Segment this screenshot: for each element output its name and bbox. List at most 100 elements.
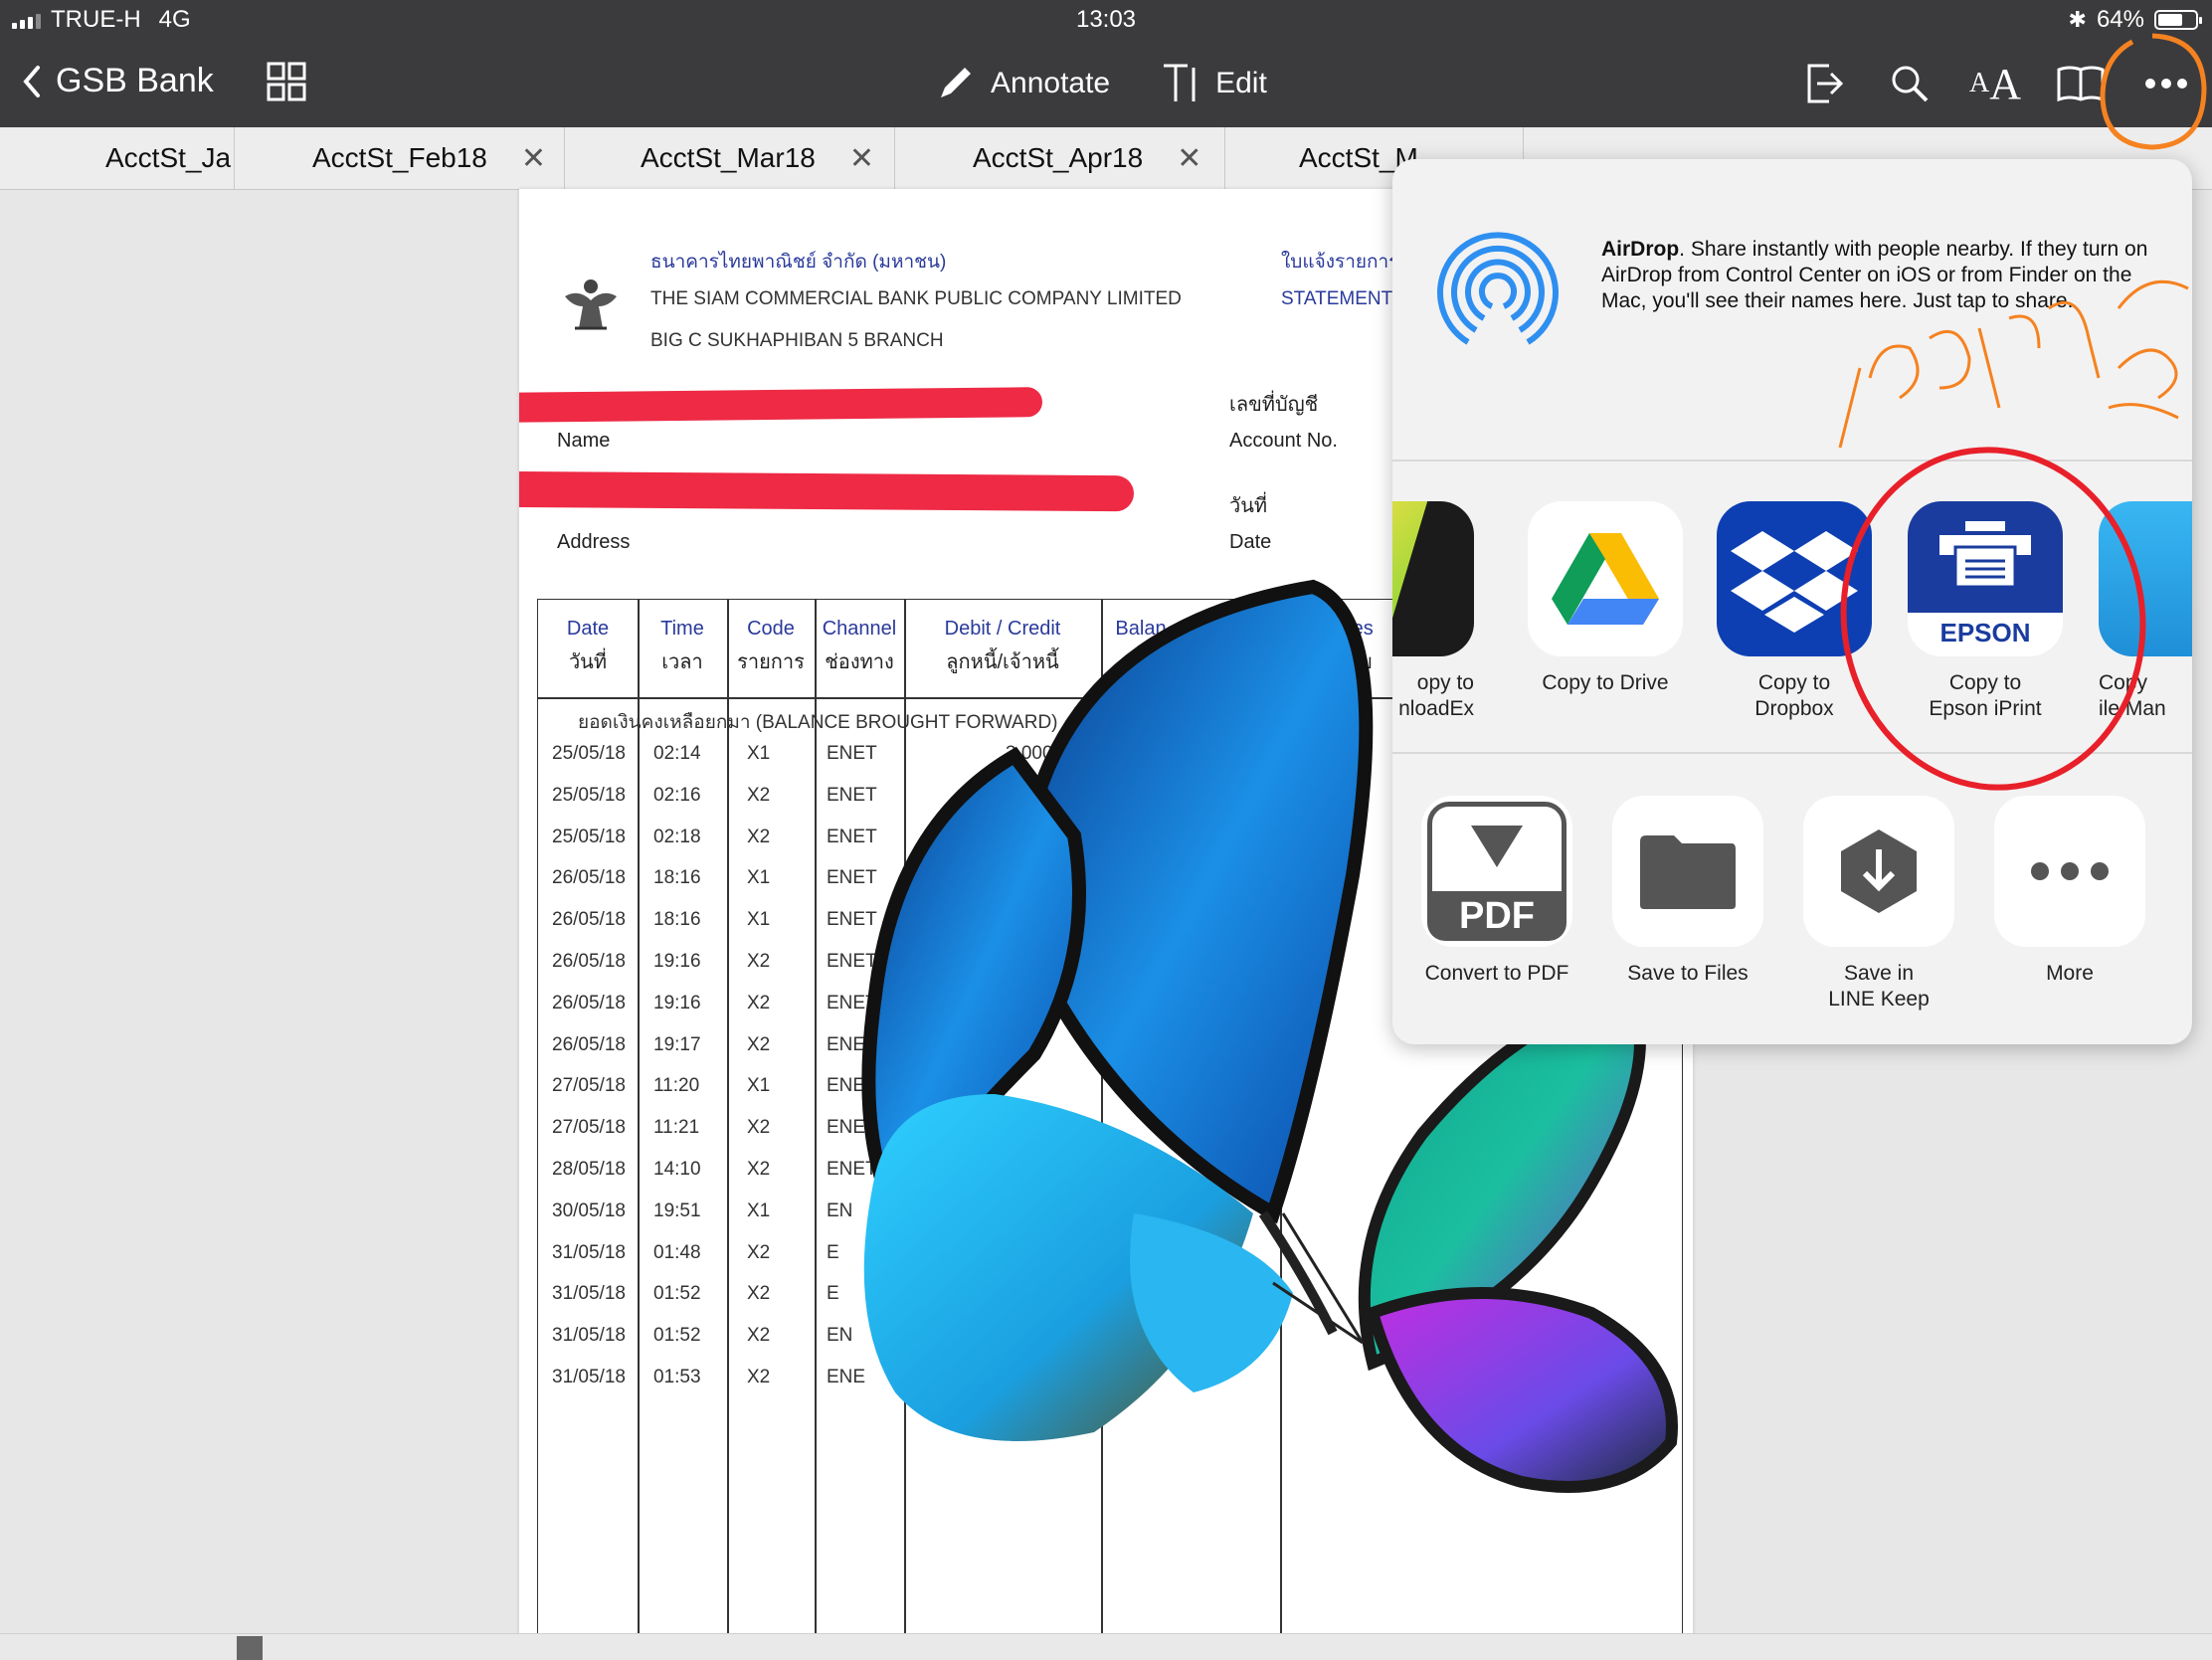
close-tab-icon[interactable]: ✕ bbox=[849, 141, 874, 176]
table-cell-code: X2 bbox=[747, 1117, 771, 1139]
address-label: Address bbox=[557, 531, 631, 553]
edit-button[interactable]: Edit bbox=[1160, 62, 1267, 105]
table-cell-time: 01:48 bbox=[653, 1241, 701, 1263]
table-cell-time: 01:52 bbox=[653, 1325, 701, 1347]
edit-label: Edit bbox=[1215, 67, 1267, 99]
table-cell-code: X2 bbox=[747, 1367, 771, 1387]
table-cell-time: 19:51 bbox=[653, 1199, 701, 1221]
annotate-button[interactable]: Annotate bbox=[935, 62, 1110, 105]
search-icon[interactable] bbox=[1882, 56, 1937, 111]
more-icon bbox=[1994, 796, 2145, 947]
book-icon[interactable] bbox=[2053, 56, 2109, 111]
account-label-english: Account No. bbox=[1229, 430, 1338, 452]
table-cell-date: 26/05/18 bbox=[552, 992, 626, 1014]
status-bar: TRUE-H 4G 13:03 ✱ 64% bbox=[0, 0, 2212, 42]
bank-name-english: THE SIAM COMMERCIAL BANK PUBLIC COMPANY … bbox=[650, 288, 1182, 309]
table-cell-date: 26/05/18 bbox=[552, 1033, 626, 1055]
column-header-description: Des ราย bbox=[1338, 618, 1374, 673]
close-tab-icon[interactable]: ✕ bbox=[521, 141, 546, 176]
column-header-channel: Channel ช่องทาง bbox=[822, 618, 897, 673]
tab-document[interactable]: AcctSt_Mar18 ✕ bbox=[565, 127, 895, 189]
app-downloadex[interactable]: opy to nloadEx bbox=[1392, 501, 1474, 722]
table-cell-code: X2 bbox=[747, 826, 771, 847]
app-label: opy to nloadEx bbox=[1398, 671, 1474, 720]
statement-title-thai: ใบแจ้งรายการ bbox=[1281, 252, 1399, 273]
table-cell-channel: ENET bbox=[827, 992, 877, 1014]
export-icon[interactable] bbox=[1796, 56, 1852, 111]
table-cell-time: 19:17 bbox=[653, 1033, 701, 1055]
pdf-badge: PDF bbox=[1427, 891, 1567, 941]
tab-document[interactable]: AcctSt_Feb18 ✕ bbox=[235, 127, 565, 189]
column-header-balance: Balan ยอด bbox=[1115, 618, 1167, 673]
garuda-emblem-icon bbox=[565, 279, 617, 330]
table-row: 31/05/18 01:52 X2 E bbox=[538, 1275, 1280, 1315]
more-options-icon[interactable] bbox=[2138, 56, 2194, 111]
grid-view-icon[interactable] bbox=[267, 62, 306, 101]
page-scrubber-handle[interactable] bbox=[237, 1636, 263, 1660]
action-convert-to-pdf[interactable]: PDF Convert to PDF bbox=[1412, 796, 1581, 987]
action-label: Save to Files bbox=[1627, 962, 1749, 985]
name-label: Name bbox=[557, 430, 611, 452]
airdrop-icon[interactable] bbox=[1428, 225, 1567, 364]
table-cell-code: X2 bbox=[747, 1241, 771, 1263]
airdrop-description: AirDrop. Share instantly with people nea… bbox=[1601, 237, 2158, 314]
column-header-code: Code รายการ bbox=[737, 618, 805, 673]
app-google-drive[interactable]: Copy to Drive bbox=[1528, 501, 1683, 696]
table-row: 26/05/18 19:16 X2 ENET bbox=[538, 985, 1280, 1024]
close-tab-icon[interactable]: ✕ bbox=[1177, 141, 1201, 176]
table-cell-time: 02:18 bbox=[653, 826, 701, 847]
table-row: 25/05/18 02:18 X2 ENET bbox=[538, 819, 1280, 858]
table-cell-channel: ENET bbox=[827, 951, 877, 972]
column-header-time: Time เวลา bbox=[660, 618, 704, 673]
pdf-icon: PDF bbox=[1421, 796, 1572, 947]
tab-label: AcctSt_Apr18 bbox=[973, 142, 1144, 173]
tab-document[interactable]: AcctSt_Apr18 ✕ bbox=[895, 127, 1225, 189]
action-save-to-files[interactable]: Save to Files bbox=[1603, 796, 1772, 987]
action-save-in-line-keep[interactable]: Save in LINE Keep bbox=[1794, 796, 1963, 1013]
table-cell-date: 25/05/18 bbox=[552, 826, 626, 847]
table-cell-channel: EN bbox=[827, 1199, 853, 1221]
action-label: Convert to PDF bbox=[1424, 962, 1569, 985]
tab-document[interactable]: AcctSt_Ja bbox=[30, 127, 235, 189]
airdrop-desc: . Share instantly with people nearby. If… bbox=[1601, 238, 2148, 312]
table-cell-time: 01:53 bbox=[653, 1367, 701, 1387]
table-cell-date: 28/05/18 bbox=[552, 1159, 626, 1180]
date-label-thai: วันที่ bbox=[1229, 495, 1268, 517]
table-row: 30/05/18 19:51 X1 EN bbox=[538, 1193, 1280, 1232]
font-size-icon[interactable]: AA bbox=[1967, 56, 2023, 111]
google-drive-icon bbox=[1528, 501, 1683, 656]
table-cell-time: 02:16 bbox=[653, 784, 701, 806]
table-row: 25/05/18 02:14 X1 ENET 3,000.00 bbox=[538, 735, 1280, 775]
table-cell-date: 25/05/18 bbox=[552, 784, 626, 806]
statement-title-english: STATEMENT bbox=[1281, 288, 1393, 309]
account-label-thai: เลขที่บัญชี bbox=[1229, 394, 1319, 416]
table-cell-date: 31/05/18 bbox=[552, 1325, 626, 1347]
name-redaction bbox=[519, 387, 1043, 423]
table-cell-time: 18:16 bbox=[653, 867, 701, 889]
table-row: 27/05/18 11:20 X1 ENET bbox=[538, 1067, 1280, 1107]
app-label: Copy ile Man bbox=[2099, 671, 2166, 720]
app-file-manager[interactable]: Copy ile Man bbox=[2099, 501, 2192, 722]
app-epson-iprint[interactable]: EPSON Copy to Epson iPrint bbox=[1908, 501, 2063, 722]
date-label-english: Date bbox=[1229, 531, 1272, 553]
column-header-debit-credit: Debit / Credit ลูกหนี้/เจ้าหนี้ bbox=[944, 618, 1061, 673]
table-row: 25/05/18 02:16 X2 ENET bbox=[538, 777, 1280, 817]
table-row: 31/05/18 01:48 X2 E bbox=[538, 1234, 1280, 1274]
epson-brand-text: EPSON bbox=[1939, 618, 2031, 647]
app-dropbox[interactable]: Copy to Dropbox bbox=[1717, 501, 1872, 722]
table-cell-channel: ENET bbox=[827, 1117, 877, 1139]
table-row: 26/05/18 19:16 X2 ENET bbox=[538, 943, 1280, 983]
page-scrubber[interactable] bbox=[0, 1633, 2212, 1660]
table-cell-time: 19:16 bbox=[653, 992, 701, 1014]
dropbox-icon bbox=[1717, 501, 1872, 656]
back-button[interactable]: GSB Bank bbox=[22, 62, 214, 100]
pen-icon bbox=[941, 68, 971, 97]
table-cell-code: X2 bbox=[747, 1283, 771, 1305]
table-row: 26/05/18 18:16 X1 ENET bbox=[538, 859, 1280, 899]
table-cell-code: X2 bbox=[747, 784, 771, 806]
action-more[interactable]: More bbox=[1985, 796, 2154, 987]
chevron-left-icon bbox=[23, 65, 40, 97]
share-sheet: AirDrop. Share instantly with people nea… bbox=[1392, 159, 2192, 1044]
tab-label: AcctSt_Ja bbox=[105, 142, 232, 173]
table-cell-time: 02:14 bbox=[653, 743, 701, 764]
